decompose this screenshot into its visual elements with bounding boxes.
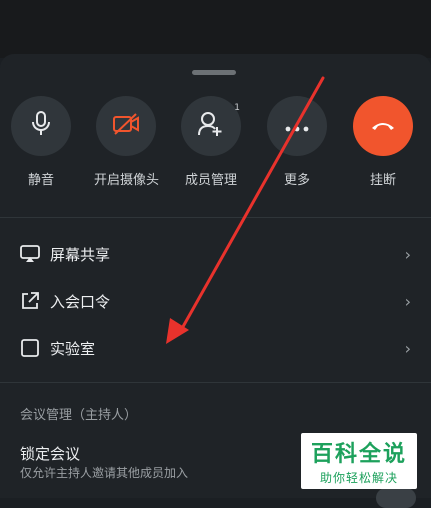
annotation-arrow-icon <box>166 76 325 344</box>
